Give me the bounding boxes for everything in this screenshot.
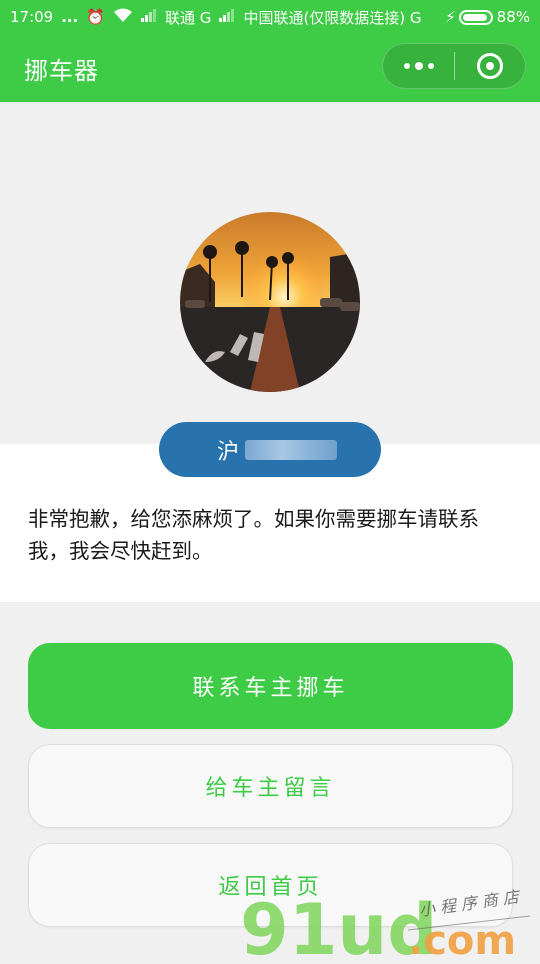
more-dot-icon xyxy=(427,63,434,69)
battery-percent: 88% xyxy=(496,8,530,26)
more-menu-button[interactable] xyxy=(383,44,454,88)
plate-prefix: 沪 xyxy=(217,439,240,465)
back-home-button[interactable]: 返回首页 xyxy=(28,843,513,927)
more-dot-icon xyxy=(414,62,423,70)
carrier-1: 联通 G xyxy=(165,8,212,27)
profile-header xyxy=(0,102,540,444)
signal-icon xyxy=(141,8,157,26)
alarm-icon: ⏰ xyxy=(86,8,106,26)
notification-dots: ... xyxy=(61,8,79,26)
avatar xyxy=(180,212,360,392)
status-bar: 17:09 ... ⏰ 联通 G 中国联通(仅限数据连接) G ⚡ 88% xyxy=(0,0,540,34)
more-dot-icon xyxy=(403,63,410,69)
close-miniprogram-button[interactable] xyxy=(455,53,525,79)
signal-icon-2 xyxy=(219,8,235,26)
carrier-2: 中国联通(仅限数据连接) G xyxy=(243,8,422,27)
owner-message: 非常抱歉，给您添麻烦了。如果你需要挪车请联系我，我会尽快赶到。 xyxy=(28,507,479,563)
charging-icon: ⚡ xyxy=(445,8,456,26)
target-icon xyxy=(477,53,503,79)
license-plate-badge: 沪 xyxy=(159,422,381,477)
page-title: 挪车器 xyxy=(24,56,99,85)
wifi-icon xyxy=(113,8,133,27)
navigation-bar: 挪车器 xyxy=(0,34,540,102)
leave-message-button[interactable]: 给车主留言 xyxy=(28,744,513,828)
miniprogram-capsule xyxy=(382,43,526,89)
battery-icon xyxy=(458,9,493,25)
contact-owner-button[interactable]: 联系车主挪车 xyxy=(28,643,513,729)
battery-group: ⚡ 88% xyxy=(445,8,530,26)
status-time: 17:09 xyxy=(10,8,54,26)
plate-number-blurred xyxy=(245,439,338,460)
